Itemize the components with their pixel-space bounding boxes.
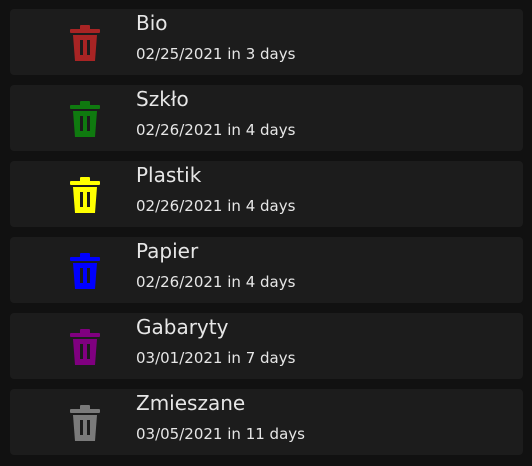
days-until: in 4 days [227, 273, 296, 291]
waste-item-gabaryty[interactable]: Gabaryty 03/01/2021 in 7 days [10, 313, 523, 379]
collection-date-text: 02/26/2021 in 4 days [136, 120, 295, 140]
waste-type-name: Gabaryty [136, 315, 229, 339]
trash-can-icon [70, 24, 100, 62]
days-until: in 7 days [227, 349, 296, 367]
days-until: in 4 days [227, 121, 296, 139]
collection-date-text: 03/05/2021 in 11 days [136, 424, 305, 444]
collection-date-text: 02/26/2021 in 4 days [136, 272, 295, 292]
waste-item-zmieszane[interactable]: Zmieszane 03/05/2021 in 11 days [10, 389, 523, 455]
trash-can-icon [70, 252, 100, 290]
waste-item-bio[interactable]: Bio 02/25/2021 in 3 days [10, 9, 523, 75]
collection-date: 02/26/2021 [136, 273, 223, 291]
collection-date-text: 03/01/2021 in 7 days [136, 348, 295, 368]
trash-can-icon [70, 176, 100, 214]
waste-item-papier[interactable]: Papier 02/26/2021 in 4 days [10, 237, 523, 303]
collection-date: 02/26/2021 [136, 121, 223, 139]
collection-date: 02/26/2021 [136, 197, 223, 215]
waste-item-szklo[interactable]: Szkło 02/26/2021 in 4 days [10, 85, 523, 151]
collection-date-text: 02/26/2021 in 4 days [136, 196, 295, 216]
days-until: in 4 days [227, 197, 296, 215]
days-until: in 3 days [227, 45, 296, 63]
waste-type-name: Papier [136, 239, 199, 263]
waste-item-plastik[interactable]: Plastik 02/26/2021 in 4 days [10, 161, 523, 227]
waste-type-name: Zmieszane [136, 391, 246, 415]
trash-can-icon [70, 100, 100, 138]
waste-collection-list: Bio 02/25/2021 in 3 days Szkło 02/26/202… [0, 0, 532, 466]
trash-can-icon [70, 328, 100, 366]
trash-can-icon [70, 404, 100, 442]
days-until: in 11 days [227, 425, 305, 443]
collection-date: 02/25/2021 [136, 45, 223, 63]
waste-type-name: Plastik [136, 163, 202, 187]
collection-date-text: 02/25/2021 in 3 days [136, 44, 295, 64]
waste-type-name: Szkło [136, 87, 189, 111]
waste-type-name: Bio [136, 11, 168, 35]
collection-date: 03/01/2021 [136, 349, 223, 367]
collection-date: 03/05/2021 [136, 425, 223, 443]
